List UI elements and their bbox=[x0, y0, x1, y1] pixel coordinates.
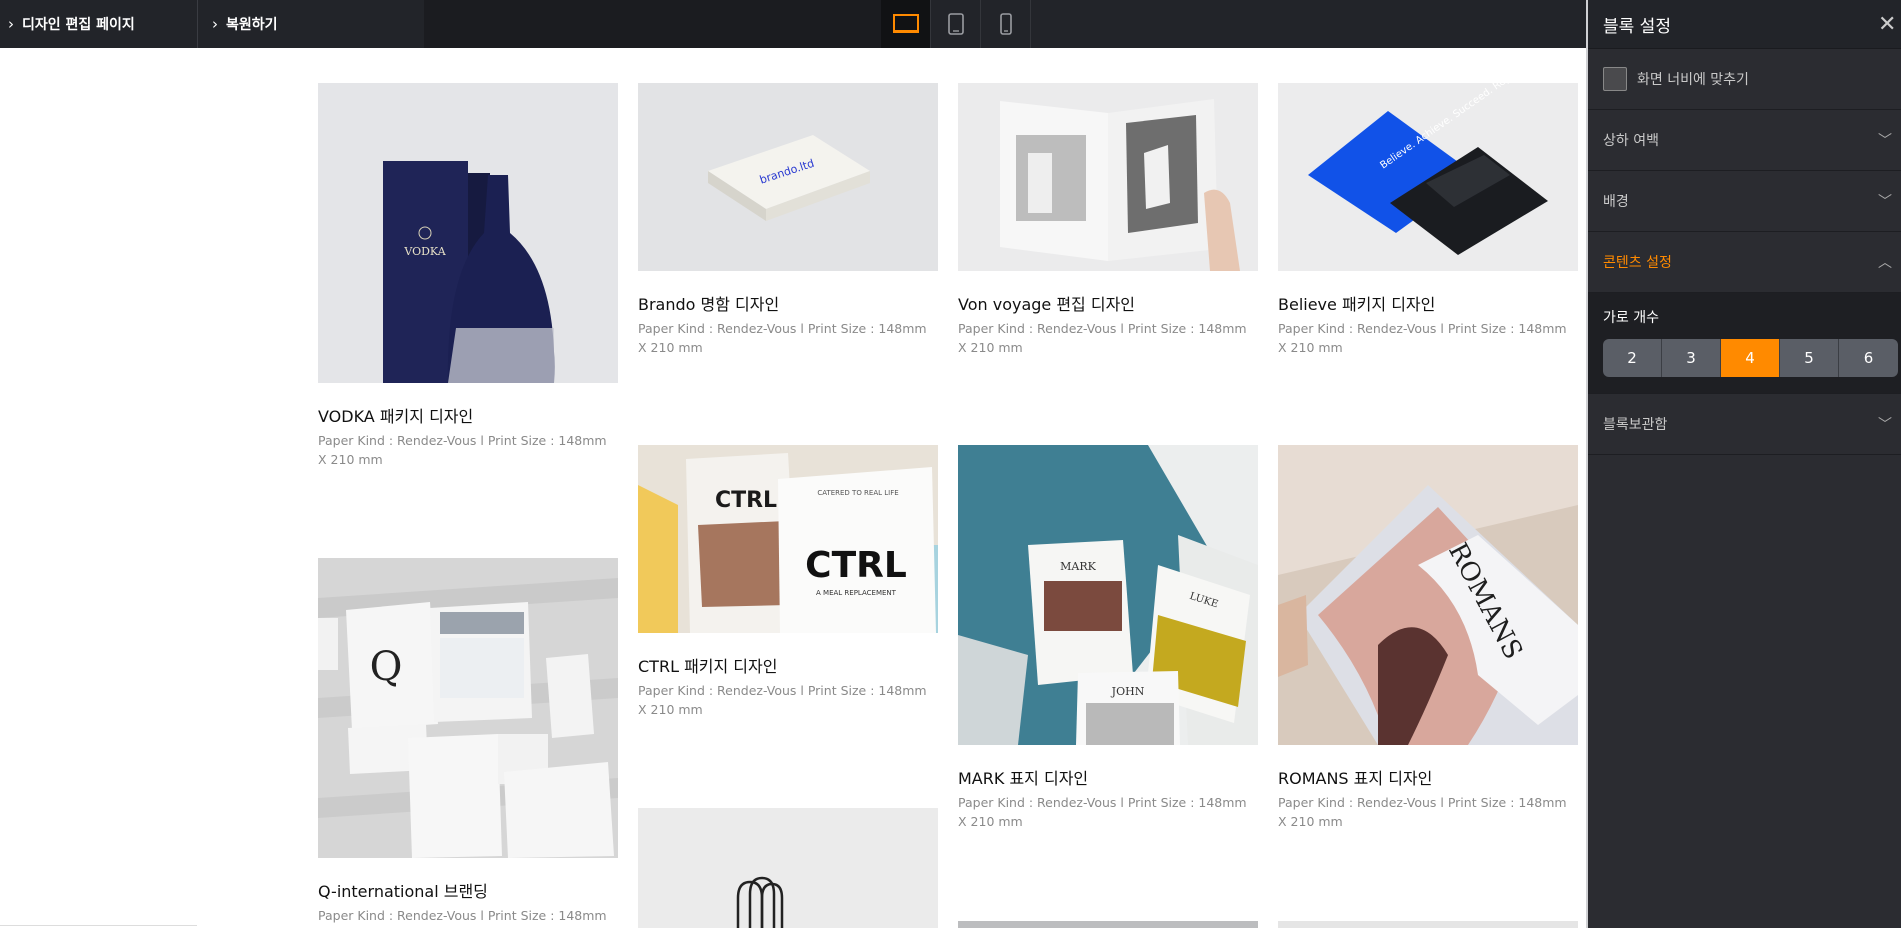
section-content-settings[interactable]: 콘텐츠 설정 ︿ bbox=[1588, 232, 1901, 293]
ctrl-tagline: CATERED TO REAL LIFE bbox=[817, 489, 898, 497]
card-description: Paper Kind : Rendez-Vous l Print Size : … bbox=[638, 321, 927, 355]
chevron-right-icon: › bbox=[212, 15, 218, 33]
chevron-up-icon: ︿ bbox=[1878, 255, 1892, 271]
magazine-spread-image bbox=[958, 83, 1258, 271]
john-title-text: JOHN bbox=[1111, 685, 1145, 698]
card-description: Paper Kind : Rendez-Vous l Print Size : … bbox=[1278, 795, 1567, 829]
divider bbox=[0, 925, 197, 926]
portfolio-card-partial[interactable] bbox=[1278, 921, 1578, 928]
card-description: Paper Kind : Rendez-Vous l Print Size : … bbox=[638, 683, 927, 717]
divider bbox=[197, 0, 198, 48]
chevron-down-icon: ﹀ bbox=[1878, 194, 1892, 210]
columns-option-6[interactable]: 6 bbox=[1839, 339, 1898, 377]
portfolio-card[interactable]: CTRL CATERED TO REAL LIFE CTRL A MEAL RE… bbox=[638, 445, 938, 719]
columns-option-5[interactable]: 5 bbox=[1780, 339, 1839, 377]
columns-option-2[interactable]: 2 bbox=[1603, 339, 1662, 377]
portfolio-card[interactable]: Von voyage 편집 디자인 Paper Kind : Rendez-Vo… bbox=[958, 83, 1258, 357]
section-spacing-label: 상하 여백 bbox=[1603, 133, 1659, 149]
desktop-icon bbox=[892, 14, 919, 33]
chevron-down-icon: ﹀ bbox=[1878, 133, 1892, 149]
restore-label: 복원하기 bbox=[226, 17, 278, 33]
toolbar-spacer bbox=[424, 0, 881, 48]
mark-title-text: MARK bbox=[1060, 560, 1096, 573]
columns-option-3[interactable]: 3 bbox=[1662, 339, 1721, 377]
block-settings-panel: 블록 설정 ✕ 화면 너비에 맞추기 상하 여백 ﹀ 배경 ﹀ 콘텐츠 설정 ︿… bbox=[1588, 0, 1901, 928]
columns-option-4[interactable]: 4 bbox=[1721, 339, 1780, 377]
desktop-view-button[interactable] bbox=[881, 0, 931, 48]
ctrl-subtitle: A MEAL REPLACEMENT bbox=[816, 589, 897, 597]
card-title: Believe 패키지 디자인 bbox=[1278, 295, 1436, 314]
mark-cover-image: MARK LUKE JOHN bbox=[958, 445, 1258, 745]
columns-setting: 가로 개수 2 3 4 5 6 bbox=[1588, 293, 1901, 394]
mobile-view-button[interactable] bbox=[981, 0, 1031, 48]
ctrl-package-image: CTRL CATERED TO REAL LIFE CTRL A MEAL RE… bbox=[638, 445, 938, 633]
q-branding-image: Q bbox=[318, 558, 618, 858]
fit-width-checkbox[interactable] bbox=[1603, 67, 1627, 91]
portfolio-card[interactable]: Q Q-international 브랜딩 Paper Kind : Rende… bbox=[318, 558, 618, 928]
clip-logo-image bbox=[638, 808, 938, 928]
portfolio-card[interactable]: Believe. Achieve. Succeed. Repeat. Belie… bbox=[1278, 83, 1578, 357]
q-logo-text: Q bbox=[370, 644, 403, 690]
card-description: Paper Kind : Rendez-Vous l Print Size : … bbox=[958, 321, 1247, 355]
preview-canvas: VODKA VODKA 패키지 디자인 Paper Kind : Rendez-… bbox=[0, 48, 1588, 928]
fit-width-toggle[interactable]: 화면 너비에 맞추기 bbox=[1588, 49, 1901, 110]
close-icon[interactable]: ✕ bbox=[1878, 12, 1896, 37]
section-spacing[interactable]: 상하 여백 ﹀ bbox=[1588, 110, 1901, 171]
card-description: Paper Kind : Rendez-Vous l Print Size : … bbox=[318, 433, 607, 467]
tablet-icon bbox=[947, 13, 964, 35]
section-content-settings-label: 콘텐츠 설정 bbox=[1603, 255, 1672, 271]
tablet-view-button[interactable] bbox=[931, 0, 981, 48]
portfolio-card[interactable]: brando.ltd Brando 명함 디자인 Paper Kind : Re… bbox=[638, 83, 938, 357]
section-block-archive[interactable]: 블록보관함 ﹀ bbox=[1588, 394, 1901, 455]
portfolio-card-partial[interactable] bbox=[638, 808, 938, 928]
vodka-product-image: VODKA bbox=[318, 83, 618, 383]
mobile-icon bbox=[999, 13, 1012, 35]
section-archive-label: 블록보관함 bbox=[1603, 417, 1668, 433]
chevron-down-icon: ﹀ bbox=[1878, 417, 1892, 433]
chevron-right-icon: › bbox=[8, 15, 14, 33]
restore-button[interactable]: › 복원하기 bbox=[212, 0, 278, 48]
card-title: Von voyage 편집 디자인 bbox=[958, 295, 1136, 314]
device-preview-switcher bbox=[881, 0, 1031, 48]
breadcrumb-design-edit[interactable]: › 디자인 편집 페이지 bbox=[8, 0, 198, 48]
portfolio-card[interactable]: ROMANS ROMANS 표지 디자인 Paper Kind : Rendez… bbox=[1278, 445, 1578, 831]
portfolio-card[interactable]: MARK LUKE JOHN MARK 표지 디자인 Paper Kind : … bbox=[958, 445, 1258, 831]
card-description: Paper Kind : Rendez-Vous l Print Size : … bbox=[1278, 321, 1567, 355]
top-toolbar: › 디자인 편집 페이지 › 복원하기 bbox=[0, 0, 1588, 48]
panel-header: 블록 설정 ✕ bbox=[1588, 0, 1901, 49]
card-title: Q-international 브랜딩 bbox=[318, 882, 488, 901]
card-title: Brando 명함 디자인 bbox=[638, 295, 780, 314]
brando-business-card-image: brando.ltd bbox=[638, 83, 938, 271]
portfolio-card[interactable]: VODKA VODKA 패키지 디자인 Paper Kind : Rendez-… bbox=[318, 83, 618, 469]
card-description: Paper Kind : Rendez-Vous l Print Size : … bbox=[958, 795, 1247, 829]
vodka-box-label: VODKA bbox=[403, 245, 446, 258]
breadcrumb-label: 디자인 편집 페이지 bbox=[22, 17, 135, 33]
fit-width-label: 화면 너비에 맞추기 bbox=[1637, 72, 1749, 88]
card-description: Paper Kind : Rendez-Vous l Print Size : … bbox=[318, 908, 607, 928]
card-image-partial bbox=[958, 921, 1258, 928]
card-image-partial bbox=[1278, 921, 1578, 928]
columns-label: 가로 개수 bbox=[1603, 310, 1659, 326]
panel-title: 블록 설정 bbox=[1603, 16, 1671, 37]
romans-cover-image: ROMANS bbox=[1278, 445, 1578, 745]
ctrl-large-logo: CTRL bbox=[805, 545, 907, 586]
card-title: VODKA 패키지 디자인 bbox=[318, 407, 474, 426]
believe-package-image: Believe. Achieve. Succeed. Repeat. bbox=[1278, 83, 1578, 271]
columns-segmented-control: 2 3 4 5 6 bbox=[1603, 339, 1901, 377]
portfolio-card-partial[interactable] bbox=[958, 921, 1258, 928]
card-title: ROMANS 표지 디자인 bbox=[1278, 769, 1433, 788]
card-title: MARK 표지 디자인 bbox=[958, 769, 1089, 788]
section-background[interactable]: 배경 ﹀ bbox=[1588, 171, 1901, 232]
section-background-label: 배경 bbox=[1603, 194, 1629, 210]
card-title: CTRL 패키지 디자인 bbox=[638, 657, 778, 676]
ctrl-small-logo: CTRL bbox=[715, 488, 777, 513]
